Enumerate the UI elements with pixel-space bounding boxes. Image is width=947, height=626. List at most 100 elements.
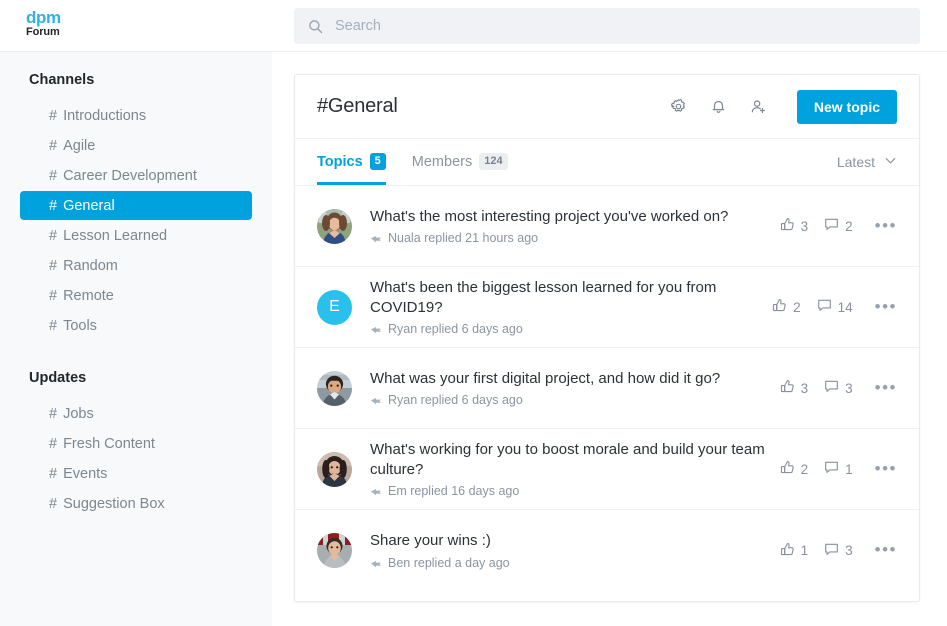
sidebar-item-agile[interactable]: # Agile xyxy=(20,131,252,160)
more-options-icon[interactable]: ••• xyxy=(875,541,897,558)
like-count: 1 xyxy=(800,543,809,558)
table-row[interactable]: What's working for you to boost morale a… xyxy=(295,429,919,510)
like-count: 3 xyxy=(800,218,809,234)
sidebar-item-general[interactable]: # General xyxy=(20,191,252,220)
avatar xyxy=(317,533,352,568)
like-count: 2 xyxy=(800,461,809,477)
comment-stat[interactable]: 2 xyxy=(824,217,853,235)
sidebar-item-events[interactable]: # Events xyxy=(20,459,252,488)
sidebar-item-fresh-content[interactable]: # Fresh Content xyxy=(20,429,252,458)
thumbs-up-icon xyxy=(780,217,795,235)
topic-stats: 1 3 ••• xyxy=(780,541,897,560)
topic-body: What's working for you to boost morale a… xyxy=(370,440,780,499)
page-title: #General xyxy=(317,95,398,117)
sidebar-item-suggestion-box[interactable]: # Suggestion Box xyxy=(20,489,252,518)
reply-arrow-icon xyxy=(370,232,382,244)
more-options-icon[interactable]: ••• xyxy=(875,379,897,396)
tabs-row: Topics 5 Members 124 Latest xyxy=(295,139,919,186)
hash-icon: # xyxy=(49,435,58,452)
sort-dropdown[interactable]: Latest xyxy=(837,139,897,185)
table-row[interactable]: What's the most interesting project you'… xyxy=(295,186,919,267)
tab-label: Members xyxy=(411,153,473,170)
chevron-down-icon xyxy=(884,154,897,170)
comment-stat[interactable]: 14 xyxy=(817,298,853,316)
person-add-icon[interactable] xyxy=(748,96,770,118)
header-actions: New topic xyxy=(668,89,897,124)
topic-title[interactable]: What's working for you to boost morale a… xyxy=(370,440,770,481)
topic-stats: 2 1 ••• xyxy=(780,460,897,478)
sidebar: Channels # Introductions # Agile # Caree… xyxy=(0,52,272,626)
table-row[interactable]: What was your first digital project, and… xyxy=(295,348,919,429)
sidebar-item-label: Lesson Learned xyxy=(63,227,168,244)
new-topic-button[interactable]: New topic xyxy=(796,89,897,124)
topic-meta-text: Nuala replied 21 hours ago xyxy=(388,231,539,246)
topic-meta-text: Ben replied a day ago xyxy=(388,555,510,570)
avatar xyxy=(317,451,352,487)
comment-icon xyxy=(824,217,839,235)
like-stat[interactable]: 2 xyxy=(772,298,801,316)
comment-icon xyxy=(824,379,839,397)
thumbs-up-icon xyxy=(780,460,795,478)
comment-icon xyxy=(817,298,832,316)
reply-arrow-icon xyxy=(370,557,382,569)
table-row[interactable]: Share your wins :) Ben replied a day ago xyxy=(295,510,919,591)
hash-icon: # xyxy=(49,317,58,334)
more-options-icon[interactable]: ••• xyxy=(875,460,897,477)
app-logo[interactable]: dpm Forum xyxy=(26,9,61,38)
comment-stat[interactable]: 3 xyxy=(824,379,853,397)
tab-topics[interactable]: Topics 5 xyxy=(317,139,386,185)
avatar xyxy=(317,208,352,244)
table-row[interactable]: E What's been the biggest lesson learned… xyxy=(295,267,919,348)
search-bar[interactable] xyxy=(294,8,920,44)
sidebar-item-random[interactable]: # Random xyxy=(20,251,252,280)
channel-header: #General New topic xyxy=(295,75,919,139)
topic-body: What was your first digital project, and… xyxy=(370,369,780,407)
like-stat[interactable]: 1 xyxy=(780,542,809,560)
sidebar-item-label: Career Development xyxy=(63,167,197,184)
topic-meta-text: Ryan replied 6 days ago xyxy=(388,393,523,408)
thumbs-up-icon xyxy=(772,298,787,316)
tab-members[interactable]: Members 124 xyxy=(412,139,508,185)
topic-body: What's been the biggest lesson learned f… xyxy=(370,278,772,337)
top-bar: dpm Forum xyxy=(0,0,947,52)
topic-title[interactable]: What's the most interesting project you'… xyxy=(370,207,770,227)
topic-title[interactable]: What's been the biggest lesson learned f… xyxy=(370,278,762,319)
like-stat[interactable]: 3 xyxy=(780,217,809,235)
topic-meta: Ryan replied 6 days ago xyxy=(370,322,762,336)
sidebar-item-label: Remote xyxy=(63,287,114,304)
sidebar-item-remote[interactable]: # Remote xyxy=(20,281,252,310)
more-options-icon[interactable]: ••• xyxy=(875,298,897,315)
comment-count: 14 xyxy=(837,299,853,315)
gear-icon[interactable] xyxy=(668,96,690,118)
topic-title[interactable]: Share your wins :) xyxy=(370,531,770,551)
sidebar-item-label: General xyxy=(63,197,115,214)
search-input[interactable] xyxy=(333,11,873,41)
sidebar-item-introductions[interactable]: # Introductions xyxy=(20,101,252,130)
sidebar-item-lesson-learned[interactable]: # Lesson Learned xyxy=(20,221,252,250)
sidebar-item-label: Agile xyxy=(63,137,96,154)
main-panel: #General New topic Topics 5 Members 124 … xyxy=(294,74,920,602)
comment-stat[interactable]: 1 xyxy=(824,460,853,478)
hash-icon: # xyxy=(49,197,58,214)
topic-meta-text: Ryan replied 6 days ago xyxy=(388,322,523,337)
like-count: 2 xyxy=(793,299,801,315)
topic-stats: 2 14 ••• xyxy=(772,298,897,316)
sidebar-item-label: Random xyxy=(63,257,118,274)
sidebar-item-jobs[interactable]: # Jobs xyxy=(20,399,252,428)
like-stat[interactable]: 3 xyxy=(780,379,808,397)
logo-secondary-text: Forum xyxy=(26,26,60,38)
hash-icon: # xyxy=(49,107,58,124)
like-stat[interactable]: 2 xyxy=(780,460,809,478)
topic-body: Share your wins :) Ben replied a day ago xyxy=(370,531,780,569)
sidebar-item-career-development[interactable]: # Career Development xyxy=(20,161,252,190)
more-options-icon[interactable]: ••• xyxy=(875,217,897,234)
bell-icon[interactable] xyxy=(708,96,730,118)
comment-stat[interactable]: 3 xyxy=(824,542,853,560)
topic-title[interactable]: What was your first digital project, and… xyxy=(370,369,770,389)
hash-icon: # xyxy=(49,465,58,482)
sidebar-item-tools[interactable]: # Tools xyxy=(20,311,252,340)
reply-arrow-icon xyxy=(370,394,382,406)
search-icon xyxy=(308,19,323,34)
sidebar-item-label: Introductions xyxy=(63,107,147,124)
comment-count: 3 xyxy=(845,543,853,558)
